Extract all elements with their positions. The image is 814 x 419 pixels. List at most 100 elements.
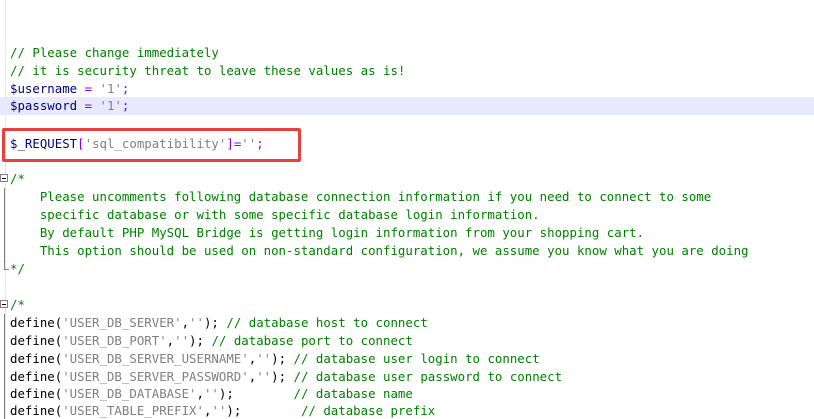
fold-guide <box>4 350 5 368</box>
code-token-plain: ); <box>226 403 301 418</box>
code-token-str: '1' <box>99 81 122 96</box>
code-line-text: */ <box>10 260 25 278</box>
code-token-plain: , <box>196 386 204 401</box>
code-line-text: $password = '1'; <box>10 97 129 115</box>
code-token-str: 'USER_DB_SERVER_PASSWORD' <box>62 369 249 384</box>
code-line-text: Please uncomments following database con… <box>10 188 711 206</box>
code-line-2[interactable]: // it is security threat to leave these … <box>0 62 814 80</box>
code-token-str: '' <box>256 369 272 384</box>
code-line-text: /* <box>10 170 25 188</box>
code-token-comment: */ <box>10 261 25 276</box>
fold-minus-icon[interactable] <box>0 174 8 182</box>
code-token-comment: /* <box>10 297 25 312</box>
code-token-str: 'USER_DB_SERVER' <box>62 315 182 330</box>
code-token-op: ; <box>121 98 130 113</box>
code-line-text: define('USER_DB_DATABASE',''); // databa… <box>10 385 413 403</box>
code-line-text: /* <box>10 296 25 314</box>
fold-guide <box>4 224 5 242</box>
code-token-comment: // database user password to connect <box>293 369 563 384</box>
fold-guide <box>4 332 5 350</box>
code-line-7[interactable]: Please uncomments following database con… <box>0 188 814 206</box>
code-token-plain: ); <box>271 351 294 366</box>
code-token-comment: By default PHP MySQL Bridge is getting l… <box>10 225 645 240</box>
code-token-str: 'USER_TABLE_PREFIX' <box>62 403 204 418</box>
fold-minus-icon[interactable] <box>0 300 8 308</box>
code-line-17[interactable]: define('USER_DB_DATABASE',''); // databa… <box>0 385 814 403</box>
code-token-str: '' <box>174 333 190 348</box>
fold-guide <box>4 368 5 386</box>
code-line-14[interactable]: define('USER_DB_PORT',''); // database p… <box>0 332 814 350</box>
code-line-text: By default PHP MySQL Bridge is getting l… <box>10 224 644 242</box>
code-line-text: specific database or with some specific … <box>10 206 540 224</box>
code-editor[interactable]: // Please change immediately // it is se… <box>0 0 814 419</box>
code-token-str: '' <box>189 315 204 330</box>
code-token-var: $username <box>10 81 78 96</box>
fold-guide <box>4 242 5 260</box>
code-token-comment: // Please change immediately <box>10 45 219 60</box>
code-line-9[interactable]: By default PHP MySQL Bridge is getting l… <box>0 224 814 242</box>
code-token-str: '' <box>211 403 227 418</box>
code-line-18[interactable]: define('USER_TABLE_PREFIX',''); // datab… <box>0 402 814 419</box>
code-token-plain: ); <box>271 369 294 384</box>
code-line-8[interactable]: specific database or with some specific … <box>0 206 814 224</box>
code-line-text: This option should be used on non-standa… <box>10 242 749 260</box>
code-token-plain: define( <box>10 333 63 348</box>
code-line-6[interactable]: /* <box>0 170 814 188</box>
fold-end-icon <box>4 260 9 270</box>
code-token-comment: /* <box>10 171 25 186</box>
code-line-16[interactable]: define('USER_DB_SERVER_PASSWORD',''); //… <box>0 368 814 386</box>
code-token-plain: define( <box>10 351 63 366</box>
code-token-str: '' <box>203 386 219 401</box>
fold-guide <box>4 314 5 332</box>
fold-guide <box>4 188 5 206</box>
code-token-str: '' <box>256 351 272 366</box>
code-token-comment: // database port to connect <box>211 333 413 348</box>
highlight-annotation-box <box>2 128 301 162</box>
code-token-comment: // database host to connect <box>226 315 428 330</box>
code-token-plain: , <box>181 315 190 330</box>
code-line-text: // it is security threat to leave these … <box>10 62 405 80</box>
code-token-op: = <box>77 98 100 113</box>
code-token-plain: ); <box>218 386 294 401</box>
code-line-13[interactable]: define('USER_DB_SERVER',''); // database… <box>0 314 814 332</box>
code-token-str: 'USER_DB_PORT' <box>62 333 167 348</box>
code-token-comment: Please uncomments following database con… <box>10 189 712 204</box>
code-line-text: // Please change immediately <box>10 44 219 62</box>
code-line-10[interactable]: This option should be used on non-standa… <box>0 242 814 260</box>
code-token-str: '1' <box>99 98 122 113</box>
code-line-3[interactable]: $username = '1'; <box>0 80 814 98</box>
fold-guide <box>4 402 5 419</box>
code-token-plain: ); <box>189 333 212 348</box>
fold-guide <box>4 385 5 403</box>
code-line-1[interactable]: // Please change immediately <box>0 44 814 62</box>
code-token-plain: , <box>166 333 175 348</box>
code-line-12[interactable]: /* <box>0 296 814 314</box>
code-line-text: define('USER_TABLE_PREFIX',''); // datab… <box>10 402 435 419</box>
code-token-str: 'USER_DB_SERVER_USERNAME' <box>62 351 249 366</box>
code-token-plain: define( <box>10 386 63 401</box>
code-token-str: 'USER_DB_DATABASE' <box>62 386 197 401</box>
code-token-plain: define( <box>10 369 63 384</box>
code-line-11[interactable]: */ <box>0 260 814 278</box>
code-line-text: define('USER_DB_SERVER_PASSWORD',''); //… <box>10 368 562 386</box>
code-token-comment: // database name <box>293 386 413 401</box>
fold-guide <box>4 206 5 224</box>
code-token-op: ; <box>121 81 130 96</box>
code-token-comment: // it is security threat to leave these … <box>10 63 406 78</box>
code-token-comment: This option should be used on non-standa… <box>10 243 749 258</box>
code-line-text: define('USER_DB_SERVER',''); // database… <box>10 314 428 332</box>
code-token-comment: // database prefix <box>300 403 436 418</box>
code-token-plain: ); <box>203 315 227 330</box>
code-area[interactable]: // Please change immediately // it is se… <box>0 0 814 419</box>
code-line-text: define('USER_DB_PORT',''); // database p… <box>10 332 413 350</box>
code-token-plain: define( <box>10 403 63 418</box>
code-line-text: define('USER_DB_SERVER_USERNAME',''); //… <box>10 350 540 368</box>
code-token-plain: define( <box>10 315 63 330</box>
code-token-var: $password <box>10 98 78 113</box>
code-token-comment: specific database or with some specific … <box>10 207 540 222</box>
code-token-op: = <box>77 81 100 96</box>
code-token-comment: // database user login to connect <box>293 351 540 366</box>
code-line-4-current[interactable]: $password = '1'; <box>0 97 814 115</box>
code-line-15[interactable]: define('USER_DB_SERVER_USERNAME',''); //… <box>0 350 814 368</box>
code-line-text: $username = '1'; <box>10 80 129 98</box>
